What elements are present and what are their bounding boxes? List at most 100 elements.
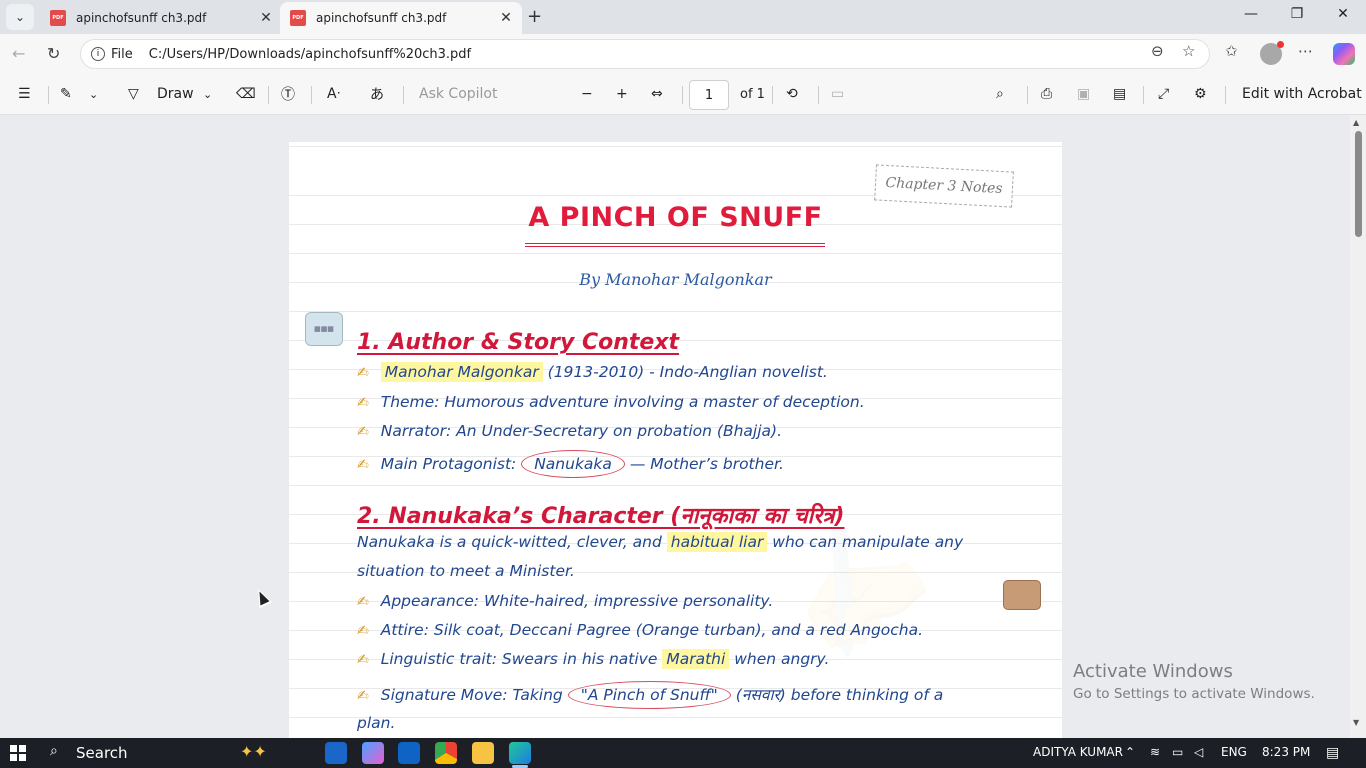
favorites-list-icon[interactable]: ✩	[1225, 42, 1238, 60]
scroll-down-arrow-icon[interactable]: ▼	[1353, 718, 1359, 727]
restore-button[interactable]: ❐	[1274, 6, 1320, 22]
browser-tab-1[interactable]: PDF apinchofsunff ch3.pdf ✕	[40, 2, 282, 34]
rotate-icon[interactable]: ⟲	[786, 84, 798, 104]
scroll-up-arrow-icon[interactable]: ▲	[1353, 118, 1359, 127]
item-text: Attire: Silk coat, Deccani Pagree (Orang…	[380, 621, 924, 639]
toolbar-divider	[403, 86, 404, 104]
list-item: ✍ Manohar Malgonkar (1913-2010) - Indo-An…	[357, 362, 828, 382]
tab-actions-menu-button[interactable]: ⌄	[6, 4, 34, 30]
save-icon[interactable]: ▣	[1077, 84, 1090, 104]
draw-pen-icon[interactable]: ▽	[128, 84, 139, 104]
user-name[interactable]: ADITYA KUMAR	[1033, 745, 1123, 759]
translate-icon[interactable]: あ	[370, 84, 384, 104]
file-explorer-icon[interactable]	[472, 742, 494, 764]
fit-width-icon[interactable]: ⇔	[651, 84, 663, 104]
item-text: Appearance: White-haired, impressive per…	[380, 592, 774, 610]
section-heading-2: 2. Nanukaka’s Character (नानूकाका का चरि…	[357, 504, 845, 529]
chevron-down-icon[interactable]: ⌄	[89, 84, 98, 104]
profile-avatar[interactable]	[1260, 41, 1284, 65]
favorite-star-icon[interactable]: ☆	[1182, 42, 1195, 60]
text-box-icon[interactable]: Ⓣ	[281, 84, 295, 104]
item-text: Linguistic trait: Swears in his native	[380, 650, 663, 668]
browser-tab-2[interactable]: PDF apinchofsunff ch3.pdf ✕	[280, 2, 522, 34]
ask-copilot-button[interactable]: Ask Copilot	[419, 84, 498, 104]
writing-hand-icon: ✍	[357, 594, 369, 610]
outlook-icon[interactable]	[398, 742, 420, 764]
contents-list-icon[interactable]: ☰	[18, 84, 31, 104]
page-title: A PINCH OF SNUFF	[528, 202, 823, 233]
activate-subtitle: Go to Settings to activate Windows.	[1073, 686, 1315, 702]
save-as-icon[interactable]: ▤	[1113, 84, 1126, 104]
taskbar-search-box[interactable]: Search	[76, 744, 128, 762]
list-item: ✍ Attire: Silk coat, Deccani Pagree (Oran…	[357, 621, 923, 639]
search-icon[interactable]: ⌕	[50, 743, 58, 759]
minimize-button[interactable]: —	[1228, 6, 1274, 22]
writing-hand-icon: ✍	[357, 365, 369, 381]
settings-gear-icon[interactable]: ⚙	[1194, 84, 1207, 104]
writing-hand-icon: ✍	[357, 652, 369, 668]
train-icon: ▦▦▦	[305, 312, 343, 346]
page-view-icon[interactable]: ▭	[831, 84, 844, 104]
highlighted-text: habitual liar	[666, 532, 768, 552]
back-arrow-icon[interactable]: ←	[12, 44, 25, 63]
edge-icon[interactable]	[509, 742, 531, 764]
list-item: ✍ Appearance: White-haired, impressive pe…	[357, 592, 773, 610]
chrome-icon[interactable]	[435, 742, 457, 764]
writing-hand-icon: ✍	[357, 395, 369, 411]
eraser-icon[interactable]: ⌫	[236, 84, 256, 104]
activate-windows-watermark: Activate Windows Go to Settings to activ…	[1073, 661, 1315, 702]
url-text[interactable]: C:/Users/HP/Downloads/apinchofsunff%20ch…	[149, 47, 471, 62]
toolbar-divider	[1143, 86, 1144, 104]
mail-app-icon[interactable]	[325, 742, 347, 764]
zoom-in-icon[interactable]: +	[616, 84, 628, 104]
author-byline: By Manohar Malgonkar	[579, 270, 772, 289]
language-indicator[interactable]: ENG	[1221, 745, 1247, 759]
close-window-button[interactable]: ✕	[1320, 6, 1366, 22]
windows-taskbar: ⌕ Search ✦✦ ADITYA KUMAR ⌃ ≋ ▭ ◁ ENG 8:2…	[0, 738, 1366, 768]
windows-start-icon[interactable]	[10, 745, 26, 761]
more-options-icon[interactable]: ⋯	[1298, 42, 1313, 60]
wifi-icon[interactable]: ≋	[1150, 745, 1160, 759]
battery-icon[interactable]: ▭	[1172, 745, 1183, 759]
highlight-icon[interactable]: ✎	[60, 84, 72, 104]
copilot-icon[interactable]	[1333, 43, 1355, 65]
writing-hand-icon: ✍	[357, 457, 369, 473]
notification-icon[interactable]: ▤	[1326, 745, 1339, 761]
item-text: who can manipulate any	[767, 533, 964, 551]
close-tab-icon[interactable]: ✕	[256, 10, 276, 26]
writing-hand-icon: ✍	[357, 424, 369, 440]
title-double-underline	[525, 243, 825, 247]
pdf-toolbar: ☰ ✎ ⌄ ▽ Draw ⌄ ⌫ Ⓣ Aᐧ あ Ask Copilot − + …	[0, 74, 1366, 115]
zoom-out-icon[interactable]: ⊖	[1151, 42, 1164, 60]
info-icon[interactable]: i	[91, 47, 105, 61]
refresh-icon[interactable]: ↻	[47, 44, 60, 63]
item-text: (1913-2010) - Indo-Anglian novelist.	[542, 363, 828, 381]
address-bar[interactable]: i File C:/Users/HP/Downloads/apinchofsun…	[80, 39, 1210, 69]
read-aloud-icon[interactable]: Aᐧ	[327, 84, 340, 104]
pdf-viewer[interactable]: ✍ Chapter 3 Notes A PINCH OF SNUFF By Ma…	[0, 115, 1366, 738]
toolbar-divider	[268, 86, 269, 104]
zoom-out-icon[interactable]: −	[581, 84, 593, 104]
vertical-scrollbar[interactable]: ▲ ▼	[1350, 115, 1366, 738]
find-search-icon[interactable]: ⌕	[996, 84, 1004, 104]
fullscreen-icon[interactable]: ⤢	[1158, 84, 1169, 104]
chevron-up-icon[interactable]: ⌃	[1125, 745, 1135, 759]
toolbar-divider	[818, 86, 819, 104]
chevron-down-icon[interactable]: ⌄	[203, 84, 212, 104]
close-tab-icon[interactable]: ✕	[496, 10, 516, 26]
item-text: — Mother’s brother.	[624, 455, 784, 473]
copilot-sparkle-icon[interactable]: ✦✦	[240, 742, 267, 761]
edit-with-acrobat-button[interactable]: Edit with Acrobat	[1242, 84, 1362, 104]
writing-hand-icon: ✍	[357, 623, 369, 639]
clock[interactable]: 8:23 PM	[1262, 745, 1310, 759]
draw-button[interactable]: Draw	[157, 84, 194, 104]
copilot-app-icon[interactable]	[362, 742, 384, 764]
toolbar-divider	[1027, 86, 1028, 104]
volume-icon[interactable]: ◁	[1194, 745, 1203, 759]
briefcase-icon	[1003, 580, 1041, 610]
print-icon[interactable]: ⎙	[1041, 84, 1052, 104]
new-tab-button[interactable]: +	[527, 6, 542, 27]
page-number-input[interactable]: 1	[689, 80, 729, 110]
scrollbar-thumb[interactable]	[1355, 131, 1362, 237]
toolbar-divider	[311, 86, 312, 104]
